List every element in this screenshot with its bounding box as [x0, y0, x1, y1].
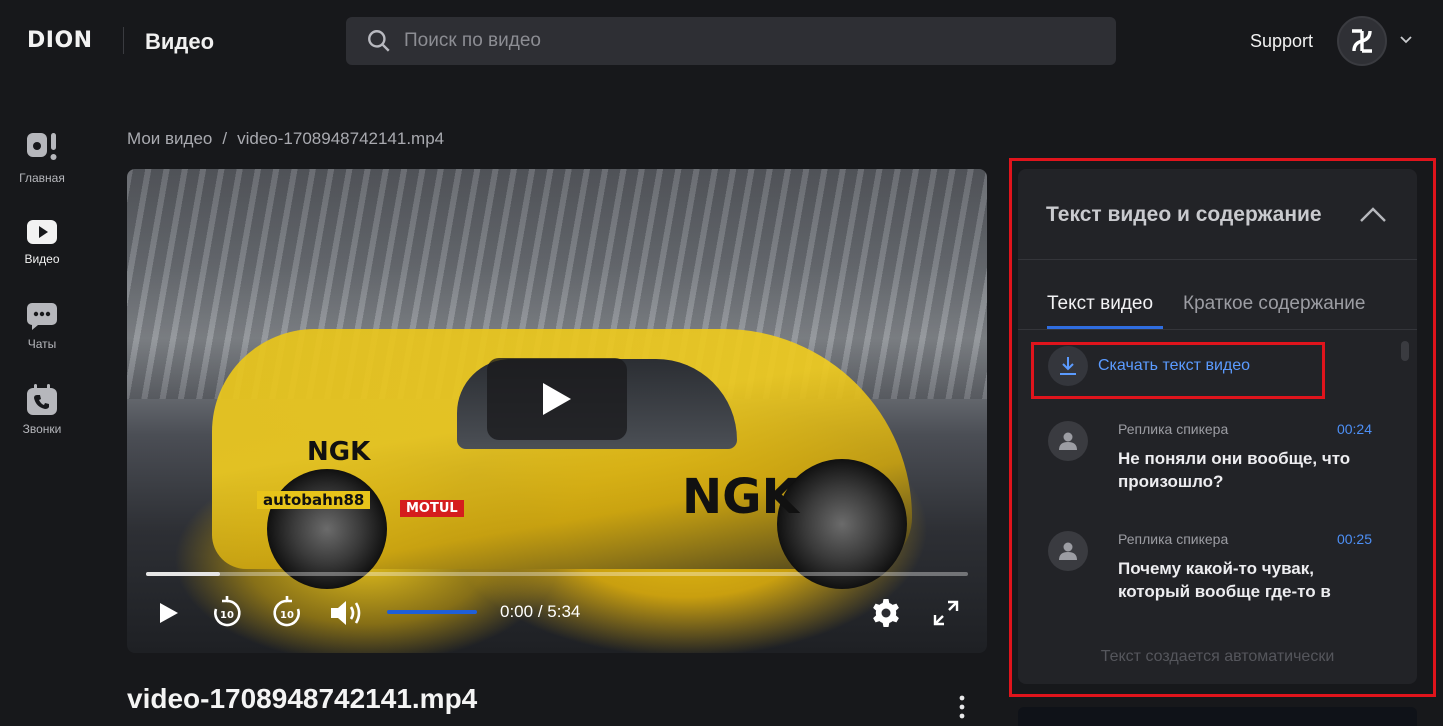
- sidebar-item-label: Чаты: [27, 337, 57, 351]
- current-time: 0:00: [500, 602, 534, 621]
- play-overlay-button[interactable]: [487, 358, 627, 440]
- video-frame-wheel: [267, 469, 387, 589]
- search-input[interactable]: Поиск по видео: [404, 30, 541, 52]
- play-icon: [543, 383, 571, 415]
- rewind-icon: 10: [214, 596, 241, 627]
- video-player[interactable]: NGK NGK autobahn88 MOTUL 10 10 0:00 / 5:…: [127, 169, 987, 653]
- transcript-text: Почему какой-то чувак, который вообще гд…: [1118, 559, 1331, 601]
- breadcrumb-separator: /: [222, 129, 228, 148]
- avatar-logo-icon: [1352, 29, 1372, 53]
- user-icon: [1059, 432, 1077, 450]
- chevron-down-icon[interactable]: [1399, 33, 1413, 47]
- video-title: video-1708948742141.mp4: [127, 683, 478, 714]
- speaker-avatar: [1048, 421, 1088, 461]
- fullscreen-icon[interactable]: [933, 600, 959, 626]
- video-frame-decal: autobahn88: [257, 491, 371, 509]
- scrollbar[interactable]: [1401, 341, 1409, 361]
- seek-bar[interactable]: [146, 572, 968, 576]
- calls-icon: [27, 384, 57, 415]
- sidebar-item-label: Главная: [19, 171, 65, 185]
- panel-title: Текст видео и содержание: [1046, 203, 1322, 226]
- more-options-icon[interactable]: [953, 695, 971, 719]
- transcript-panel: Текст видео и содержание Текст видео Кра…: [1018, 169, 1417, 684]
- forward-10-button[interactable]: 10: [271, 595, 303, 629]
- app-title: Видео: [145, 29, 215, 54]
- breadcrumb: Мои видео / video-1708948742141.mp4: [127, 129, 444, 149]
- sidebar-item-video[interactable]: Видео: [0, 218, 84, 266]
- breadcrumb-current: video-1708948742141.mp4: [237, 129, 445, 148]
- transcript-text: Не поняли они вообще, что произошло?: [1118, 449, 1351, 491]
- timestamp-link[interactable]: 00:25: [1337, 531, 1372, 547]
- next-panel-preview: [1018, 707, 1417, 726]
- time-display: 0:00 / 5:34: [500, 602, 580, 622]
- sidebar-item-label: Видео: [24, 252, 60, 266]
- rewind-10-button[interactable]: 10: [211, 595, 243, 629]
- video-frame-decal: NGK: [682, 469, 799, 525]
- sidebar-item-label: Звонки: [22, 422, 62, 436]
- forward-icon: 10: [273, 596, 300, 627]
- breadcrumb-root[interactable]: Мои видео: [127, 129, 212, 148]
- video-frame-decal: NGK: [307, 437, 371, 467]
- home-icon: [27, 133, 57, 160]
- logo-divider: [123, 27, 124, 54]
- speaker-avatar: [1048, 531, 1088, 571]
- tab-summary[interactable]: Краткое содержание: [1183, 293, 1365, 315]
- speaker-label: Реплика спикера: [1118, 421, 1229, 437]
- search-icon: [368, 30, 390, 52]
- transcript-item[interactable]: Реплика спикера 00:25 Почему какой-то чу…: [1048, 531, 1388, 611]
- forward-label: 10: [280, 610, 294, 621]
- duration: 5:34: [547, 602, 581, 621]
- search-bar[interactable]: Поиск по видео: [346, 17, 1116, 65]
- sidebar-item-chats[interactable]: Чаты: [0, 301, 84, 351]
- highlight-frame-download: [1031, 342, 1325, 399]
- time-separator: /: [537, 602, 543, 621]
- dion-logo[interactable]: DION: [27, 28, 93, 53]
- video-icon: [27, 220, 57, 244]
- volume-icon[interactable]: [329, 599, 365, 627]
- panel-divider: [1018, 259, 1417, 260]
- rewind-label: 10: [220, 610, 234, 621]
- support-link[interactable]: Support: [1250, 31, 1313, 52]
- tabs-divider: [1018, 329, 1417, 330]
- user-avatar[interactable]: [1337, 16, 1387, 66]
- sidebar-item-home[interactable]: Главная: [0, 131, 84, 185]
- chat-icon: [27, 303, 57, 330]
- user-icon: [1059, 542, 1077, 560]
- video-frame-decal: MOTUL: [400, 500, 464, 517]
- play-icon[interactable]: [159, 602, 179, 624]
- transcript-item[interactable]: Реплика спикера 00:24 Не поняли они вооб…: [1048, 421, 1388, 501]
- chevron-up-icon[interactable]: [1359, 205, 1387, 223]
- speaker-label: Реплика спикера: [1118, 531, 1229, 547]
- tab-transcript[interactable]: Текст видео: [1047, 293, 1153, 315]
- volume-slider[interactable]: [387, 610, 477, 614]
- seek-bar-progress: [146, 572, 220, 576]
- timestamp-link[interactable]: 00:24: [1337, 421, 1372, 437]
- gear-icon[interactable]: [870, 597, 902, 629]
- auto-generated-note: Текст создается автоматически: [1100, 648, 1335, 665]
- sidebar-item-calls[interactable]: Звонки: [0, 384, 84, 436]
